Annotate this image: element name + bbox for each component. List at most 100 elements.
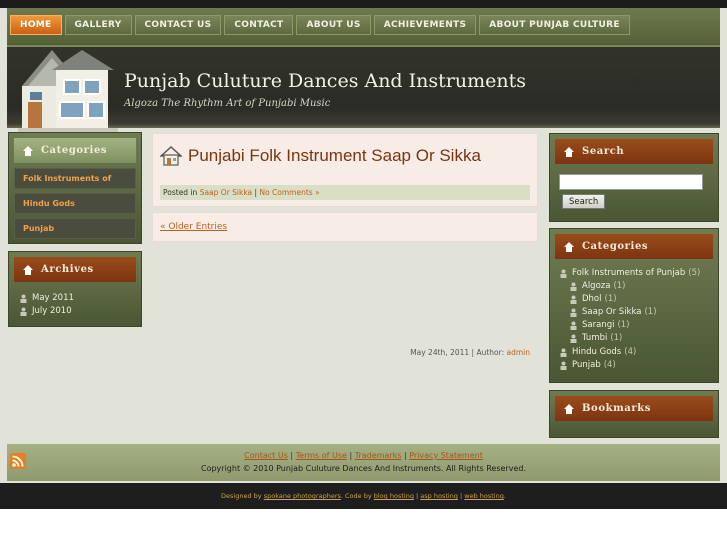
- category-label: Tumbi: [582, 333, 608, 343]
- archive-label: May 2011: [32, 293, 74, 303]
- rss-icon[interactable]: [10, 453, 26, 469]
- home-icon: [23, 145, 33, 156]
- widget-title: Categories: [582, 241, 649, 252]
- credit-link-asp-hosting[interactable]: asp hosting: [420, 492, 458, 500]
- nav-home[interactable]: HOME: [10, 15, 62, 35]
- author-label: | Author:: [471, 348, 505, 357]
- credits-text: Designed by spokane photographers. Code …: [221, 492, 506, 500]
- category-count: (1): [644, 307, 657, 317]
- home-icon: [564, 241, 574, 252]
- nav-gallery[interactable]: GALLERY: [64, 15, 132, 35]
- person-bullet-icon: [570, 308, 577, 317]
- category-label: Sarangi: [582, 320, 615, 330]
- designer-link[interactable]: spokane photographers: [264, 492, 341, 500]
- footer-link-privacy[interactable]: Privacy Statement: [409, 451, 483, 460]
- footer-link-contact-us[interactable]: Contact Us: [244, 451, 288, 460]
- comments-link[interactable]: No Comments »: [259, 188, 319, 197]
- person-bullet-icon: [570, 282, 577, 291]
- site-title[interactable]: Punjab Culuture Dances And Instruments: [124, 70, 526, 92]
- person-bullet-icon: [570, 334, 577, 343]
- widget-title: Search: [582, 146, 625, 157]
- post-date-line: May 24th, 2011 | Author: admin: [160, 174, 530, 357]
- credit-link-web-hosting[interactable]: web hosting: [464, 492, 504, 500]
- category-item[interactable]: Hindu Gods (4): [559, 347, 636, 357]
- credit-link-blog-hosting[interactable]: blog hosting: [374, 492, 414, 500]
- search-header: Search: [555, 139, 713, 164]
- search-input[interactable]: [559, 174, 703, 190]
- post-date: May 24th, 2011: [410, 348, 470, 357]
- copyright-text: Copyright © 2010 Punjab Culuture Dances …: [201, 464, 526, 473]
- home-icon: [564, 146, 574, 157]
- person-bullet-icon: [560, 348, 567, 357]
- archive-item[interactable]: July 2010: [19, 306, 72, 316]
- bookmarks-widget: Bookmarks: [549, 390, 719, 438]
- home-icon: [23, 264, 33, 275]
- archives-widget: Archives May 2011 July 2010: [8, 251, 142, 327]
- widget-title: Archives: [41, 264, 94, 275]
- category-label: Hindu Gods: [572, 347, 622, 357]
- left-category-item[interactable]: Folk Instruments of: [14, 168, 136, 189]
- category-count: (1): [613, 281, 626, 291]
- top-strip: [0, 0, 727, 8]
- left-category-item[interactable]: Punjab: [14, 218, 136, 239]
- person-bullet-icon: [570, 295, 577, 304]
- author-link[interactable]: admin: [507, 348, 531, 357]
- site-tagline: Algoza The Rhythm Art of Punjabi Music: [124, 98, 331, 109]
- widget-title: Categories: [41, 145, 108, 156]
- category-item[interactable]: Sarangi (1): [569, 320, 630, 330]
- older-entries-link[interactable]: « Older Entries: [160, 222, 227, 232]
- nav-contact[interactable]: CONTACT: [224, 15, 294, 35]
- nav-achievements[interactable]: ACHIEVEMENTS: [373, 15, 477, 35]
- nav-contact-us[interactable]: CONTACT US: [134, 15, 222, 35]
- category-item[interactable]: Punjab (4): [559, 360, 616, 370]
- archive-label: July 2010: [32, 306, 72, 316]
- credits-bar: Designed by spokane photographers. Code …: [0, 483, 727, 509]
- footer-link-terms[interactable]: Terms of Use: [296, 451, 347, 460]
- category-label: Algoza: [582, 281, 611, 291]
- category-count: (5): [688, 268, 701, 278]
- right-categories-header: Categories: [555, 234, 713, 259]
- site-footer: Contact Us | Terms of Use | Trademarks |…: [7, 444, 720, 481]
- person-bullet-icon: [20, 294, 27, 303]
- nav-about-punjab-culture[interactable]: ABOUT PUNJAB CULTURE: [479, 15, 630, 35]
- house-logo-icon: [18, 50, 118, 132]
- post-category-link[interactable]: Saap Or Sikka: [200, 188, 252, 197]
- left-categories-header: Categories: [14, 138, 136, 163]
- category-count: (4): [624, 347, 637, 357]
- category-label: Dhol: [582, 294, 602, 304]
- footer-link-trademarks[interactable]: Trademarks: [355, 451, 402, 460]
- meta-separator: |: [254, 188, 258, 197]
- category-item[interactable]: Dhol (1): [569, 294, 617, 304]
- bookmarks-header: Bookmarks: [555, 396, 713, 421]
- archives-header: Archives: [14, 257, 136, 282]
- main-navigation: HOME GALLERY CONTACT US CONTACT ABOUT US…: [10, 15, 630, 35]
- designed-by-label: Designed by: [221, 492, 262, 500]
- post-meta-bar: Posted in Saap Or Sikka | No Comments »: [160, 185, 530, 200]
- code-by-label: . Code by: [340, 492, 372, 500]
- category-count: (1): [604, 294, 617, 304]
- left-category-item[interactable]: Hindu Gods: [14, 193, 136, 214]
- category-item[interactable]: Saap Or Sikka (1): [569, 307, 657, 317]
- category-label: Saap Or Sikka: [582, 307, 642, 317]
- search-button[interactable]: Search: [562, 194, 606, 209]
- category-item[interactable]: Folk Instruments of Punjab (5): [559, 268, 700, 278]
- post-title[interactable]: Punjabi Folk Instrument Saap Or Sikka: [188, 146, 481, 166]
- widget-title: Bookmarks: [582, 403, 652, 414]
- category-label: Punjab: [572, 360, 601, 370]
- person-bullet-icon: [20, 307, 27, 316]
- category-label: Folk Instruments of Punjab: [572, 268, 686, 278]
- person-bullet-icon: [560, 361, 567, 370]
- person-bullet-icon: [560, 269, 567, 278]
- left-categories-widget: Categories Folk Instruments of Hindu God…: [8, 132, 142, 244]
- archive-item[interactable]: May 2011: [19, 293, 74, 303]
- category-item[interactable]: Tumbi (1): [569, 333, 622, 343]
- posted-in-label: Posted in: [163, 188, 198, 197]
- nav-about-us[interactable]: ABOUT US: [296, 15, 371, 35]
- home-icon: [564, 403, 574, 414]
- category-count: (1): [610, 333, 623, 343]
- category-count: (4): [603, 360, 616, 370]
- category-item[interactable]: Algoza (1): [569, 281, 626, 291]
- house-post-icon: [160, 146, 182, 166]
- person-bullet-icon: [570, 321, 577, 330]
- category-count: (1): [617, 320, 630, 330]
